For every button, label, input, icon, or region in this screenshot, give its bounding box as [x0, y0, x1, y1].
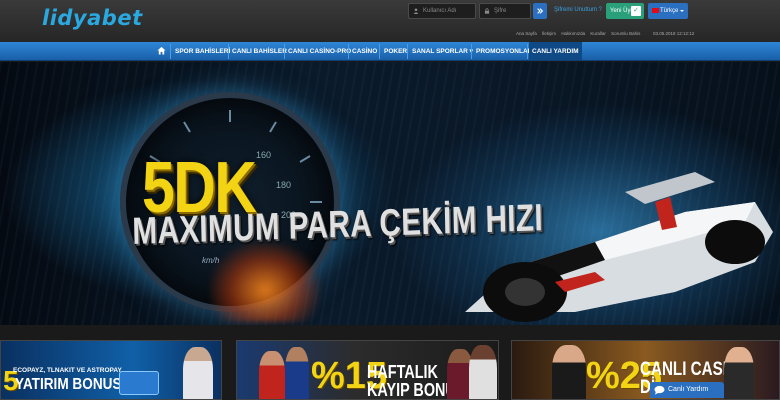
main-nav: SPOR BAHİSLERİ CANLI BAHİSLER CANLI CASİ… [0, 42, 780, 61]
nav-separator [348, 44, 349, 59]
link-home[interactable]: Ana Sayfa [516, 31, 537, 36]
nav-live-betting[interactable]: CANLI BAHİSLER [232, 42, 287, 60]
hero-banner[interactable]: 160 180 200 km/h 5DK MAXIMUM PARA ÇEKİM … [0, 62, 780, 325]
nav-casino[interactable]: CASİNO [352, 42, 377, 60]
site-logo[interactable]: lidyabet [42, 6, 143, 30]
caret-down-icon [680, 10, 684, 12]
nav-promotions[interactable]: PROMOSYONLAR [476, 42, 532, 60]
nav-poker[interactable]: POKER [384, 42, 407, 60]
player-figure [469, 345, 497, 399]
top-bar: lidyabet Kullanıcı Adı Şifre Şifremi Unu… [0, 0, 780, 42]
nav-separator [284, 44, 285, 59]
gauge-tick-label: 160 [256, 150, 271, 160]
nav-separator [170, 44, 171, 59]
live-help-chat-button[interactable]: Canlı Yardım [650, 382, 724, 398]
nav-live-help[interactable]: CANLI YARDIM [529, 42, 582, 60]
fire-glow [210, 242, 320, 322]
double-chevron-right-icon [537, 8, 544, 14]
language-select[interactable]: Türkçe [648, 3, 688, 19]
top-links: Ana Sayfa İletişim Hakkımızda Kurallar S… [516, 31, 644, 36]
nav-live-casino-pro[interactable]: CANLI CASİNO-PRO [288, 42, 351, 60]
nav-virtual-sports-label: SANAL SPORLAR [412, 48, 468, 55]
chat-bubble-icon [654, 385, 665, 395]
gauge-tick-label: 180 [276, 180, 291, 190]
nav-separator [407, 44, 408, 59]
player-figure [259, 351, 285, 399]
nav-separator [527, 44, 528, 59]
race-car-graphic [465, 172, 773, 322]
dealer-figure [552, 345, 586, 399]
promo-title: YATIRIM BONUSU [15, 376, 132, 393]
link-about[interactable]: Hakkımızda [561, 31, 585, 36]
promo-card-weekly-loss-bonus[interactable]: %15 HAFTALIK KAYIP BONUSU [236, 340, 499, 400]
clock: 03.05.2018 12:12:12 [653, 31, 695, 36]
nav-separator [228, 44, 229, 59]
speed-unit: km/h [202, 256, 220, 265]
login-button[interactable] [533, 3, 547, 19]
username-input[interactable]: Kullanıcı Adı [408, 3, 476, 19]
language-label: Türkçe [660, 8, 679, 14]
check-icon: ✓ [631, 6, 641, 16]
dealer-figure [724, 347, 754, 399]
turkey-flag-icon [652, 8, 659, 13]
player-figure [183, 347, 213, 399]
nav-sports-betting[interactable]: SPOR BAHİSLERİ [175, 42, 230, 60]
link-contact[interactable]: İletişim [542, 31, 556, 36]
home-icon[interactable] [157, 46, 166, 55]
link-responsible[interactable]: Sorumlu Bahis [611, 31, 640, 36]
link-rules[interactable]: Kurallar [590, 31, 606, 36]
promo-card-deposit-bonus[interactable]: 5 ECOPAYZ, TLNAKIT VE ASTROPAY YATIRIM B… [0, 340, 222, 400]
chat-label: Canlı Yardım [668, 386, 709, 393]
nav-separator [379, 44, 380, 59]
password-placeholder: Şifre [494, 8, 507, 14]
promo-card-live-casino[interactable]: %25 CANLI CASINO Dİ [511, 340, 780, 400]
register-button[interactable]: Yeni Üye ✓ [606, 3, 644, 19]
promo-subtitle: ECOPAYZ, TLNAKIT VE ASTROPAY [13, 367, 122, 374]
forgot-password-link[interactable]: Şifremi Unuttum ? [554, 7, 602, 13]
password-input[interactable]: Şifre [479, 3, 531, 19]
user-icon [413, 8, 419, 14]
username-placeholder: Kullanıcı Adı [423, 8, 457, 14]
card-graphic [119, 371, 159, 395]
player-figure [285, 347, 309, 399]
lock-icon [484, 8, 490, 14]
nav-separator [471, 44, 472, 59]
nav-virtual-sports[interactable]: SANAL SPORLAR ▾ [412, 42, 473, 60]
